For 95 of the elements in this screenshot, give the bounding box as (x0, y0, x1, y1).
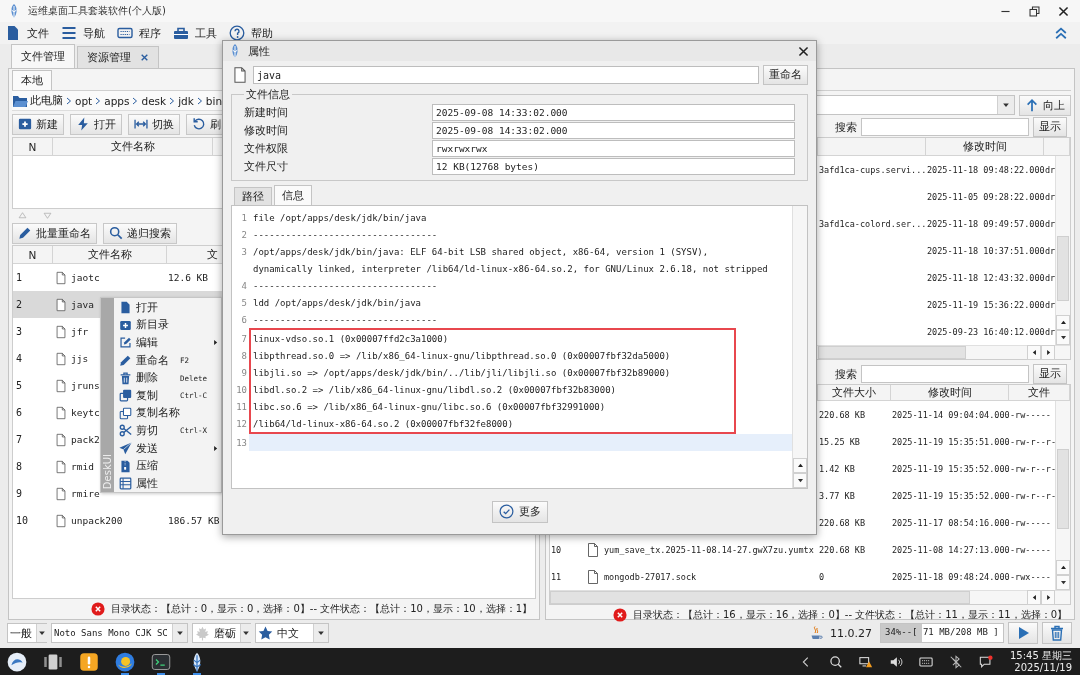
field-label: 文件尺寸 (244, 158, 289, 174)
table-cell-text: -rwx---- (1009, 570, 1052, 584)
file-name: mongodb-27017.sock (604, 571, 697, 582)
line-number: 7 (240, 332, 248, 346)
version-label: 11.0.27 (830, 626, 872, 640)
table-cell-text: 2025-11-18 10:37:51.000 (926, 244, 1044, 258)
code-line: /lib64/ld-linux-x86-64.so.2 (0x00007fbf32fe8000) (252, 417, 514, 431)
table-cell-text: dr (1045, 163, 1056, 177)
code-line: ---------------------------------- (252, 279, 438, 293)
file-name: rmid (71, 461, 94, 472)
table-cell-text: dr (1045, 244, 1056, 258)
table-cell-text: -rw----- (1009, 543, 1052, 557)
table-cell-text: -rw-r--r- (1009, 489, 1057, 503)
code-line: libc.so.6 => /lib/x86_64-linux-gnu/libc.so.6 (0x00007fbf32991000) (252, 400, 606, 414)
file-name: jruns (71, 380, 100, 391)
table-cell-text: dr (1045, 298, 1056, 312)
table-cell-text: 2025-11-19 15:35:51.000 (891, 435, 1009, 449)
code-line: linux-vdso.so.1 (0x00007ffd2c3a1000) (252, 332, 449, 346)
table-cell-text: 220.68 KB (818, 543, 867, 557)
table-cell-text: 2025-11-18 12:43:32.000 (926, 271, 1044, 285)
table-cell-text: 2025-11-19 15:35:52.000 (891, 462, 1009, 476)
table-cell-text: 0 (818, 570, 826, 584)
table-cell-text: 220.68 KB (818, 516, 867, 530)
line-number: 12 (235, 417, 248, 431)
table-cell-text: 3.77 KB (818, 489, 856, 503)
field-label: 文件权限 (244, 140, 289, 156)
code-line: /opt/apps/desk/jdk/bin/java: ELF 64-bit LSB shared object, x86-64, version 1 (SYSV), (252, 245, 709, 259)
file-name: 3afd1ca-colord.ser... (818, 217, 926, 231)
code-line: dynamically linked, interpreter /lib64/ld-linux-x86-64.so.2, for GNU/Linux 2.6.18, not stripped (252, 262, 768, 276)
table-cell-text: 2025-09-23 16:40:12.000 (926, 325, 1044, 339)
line-number: 13 (235, 436, 248, 450)
table-cell-text: 15.25 KB (818, 435, 861, 449)
code-line: libdl.so.2 => /lib/x86_64-linux-gnu/libdl.so.2 (0x00007fbf32b83000) (252, 383, 617, 397)
line-number: 6 (240, 313, 248, 327)
code-line: libpthread.so.0 => /lib/x86_64-linux-gnu/libpthread.so.0 (0x00007fbf32da5000) (252, 349, 671, 363)
table-cell-text: 2025-11-19 15:35:52.000 (891, 489, 1009, 503)
table-cell: 12.6 KB (168, 272, 209, 283)
file-name: jfr (71, 326, 89, 337)
table-cell-text: 11 (550, 570, 563, 584)
table-cell-text: -rw----- (1009, 516, 1052, 530)
line-number: 4 (240, 279, 248, 293)
code-line: ---------------------------------- (252, 313, 438, 327)
code-line: ldd /opt/apps/desk/jdk/bin/java (252, 296, 421, 310)
table-cell-text: -rw----- (1009, 408, 1052, 422)
table-cell-text: dr (1045, 271, 1056, 285)
table-cell-text: 2025-11-18 09:48:22.000 (926, 163, 1044, 177)
memory-reading: 34%--[ 71 MB/208 MB ] (885, 627, 999, 637)
table-cell-text: 2025-11-17 08:54:16.000 (891, 516, 1009, 530)
code-line: file /opt/apps/desk/jdk/bin/java (252, 211, 427, 225)
file-name: keytc (71, 407, 100, 418)
line-number: 5 (240, 296, 248, 310)
file-name: yum_save_tx.2025-11-08.14-27.gwX7zu.yumtx (604, 544, 814, 555)
table-cell-text: 2025-11-08 14:27:13.000 (891, 543, 1009, 557)
table-cell-text: dr (1045, 190, 1056, 204)
window-title: 运维桌面工具套装软件(个人版) (28, 4, 166, 18)
file-name: unpack200 (71, 515, 123, 526)
line-number: 10 (235, 383, 248, 397)
line-number: 2 (240, 228, 248, 242)
line-number: 3 (240, 245, 248, 259)
table-cell: 186.57 KB (168, 515, 220, 526)
file-name: rmire (71, 488, 100, 499)
table-cell-text: 220.68 KB (818, 408, 867, 422)
clock-date: 2025/11/19 (1014, 661, 1072, 674)
table-cell-text: 1.42 KB (818, 462, 856, 476)
code-line: libjli.so => /opt/apps/desk/jdk/bin/../lib/jli/libjli.so (0x00007fbf32b89000) (252, 366, 671, 380)
file-name: java (71, 299, 94, 310)
code-line: ---------------------------------- (252, 228, 438, 242)
line-number: 1 (240, 211, 248, 225)
group-title: 文件信息 (245, 87, 291, 102)
table-cell-text: 2025-11-18 09:49:57.000 (926, 217, 1044, 231)
table-cell-text: 2025-11-19 15:36:22.000 (926, 298, 1044, 312)
field-label: 新建时间 (244, 104, 289, 120)
file-name: 3afd1ca-cups.servi... (818, 163, 926, 177)
search-label: 搜索 (835, 119, 857, 135)
table-cell-text: -rw-r--r- (1009, 462, 1057, 476)
table-cell-text: dr (1045, 217, 1056, 231)
status-text: 目录状态：【总计：16，显示：16，选择：0】-- 文件状态：【总计：11，显示：11，选择：0】 (632, 608, 1067, 622)
table-cell-text: 2025-11-18 09:48:24.000 (891, 570, 1009, 584)
dialog-title: 属性 (248, 43, 270, 59)
file-name: jjs (71, 353, 89, 364)
table-cell-text: 2025-11-14 09:04:04.000 (891, 408, 1009, 422)
status-text: 目录状态：【总计：0，显示：0，选择：0】-- 文件状态：【总计：10，显示：10，选择：1】 (110, 602, 532, 616)
file-name: jaotc (71, 272, 100, 283)
clock-time: 15:45 星期三 (1010, 649, 1072, 662)
search-label: 搜索 (835, 366, 857, 382)
table-cell-text: dr (1045, 325, 1056, 339)
file-name: pack2 (71, 434, 100, 445)
table-cell-text: -rw-r--r- (1009, 435, 1057, 449)
line-number: 11 (235, 400, 248, 414)
line-number: 8 (240, 349, 248, 363)
line-number: 9 (240, 366, 248, 380)
table-cell-text: 10 (550, 543, 563, 557)
field-label: 修改时间 (244, 122, 289, 138)
menu-side-label: DeskUI (101, 453, 113, 489)
table-cell-text: 2025-11-05 09:28:22.000 (926, 190, 1044, 204)
